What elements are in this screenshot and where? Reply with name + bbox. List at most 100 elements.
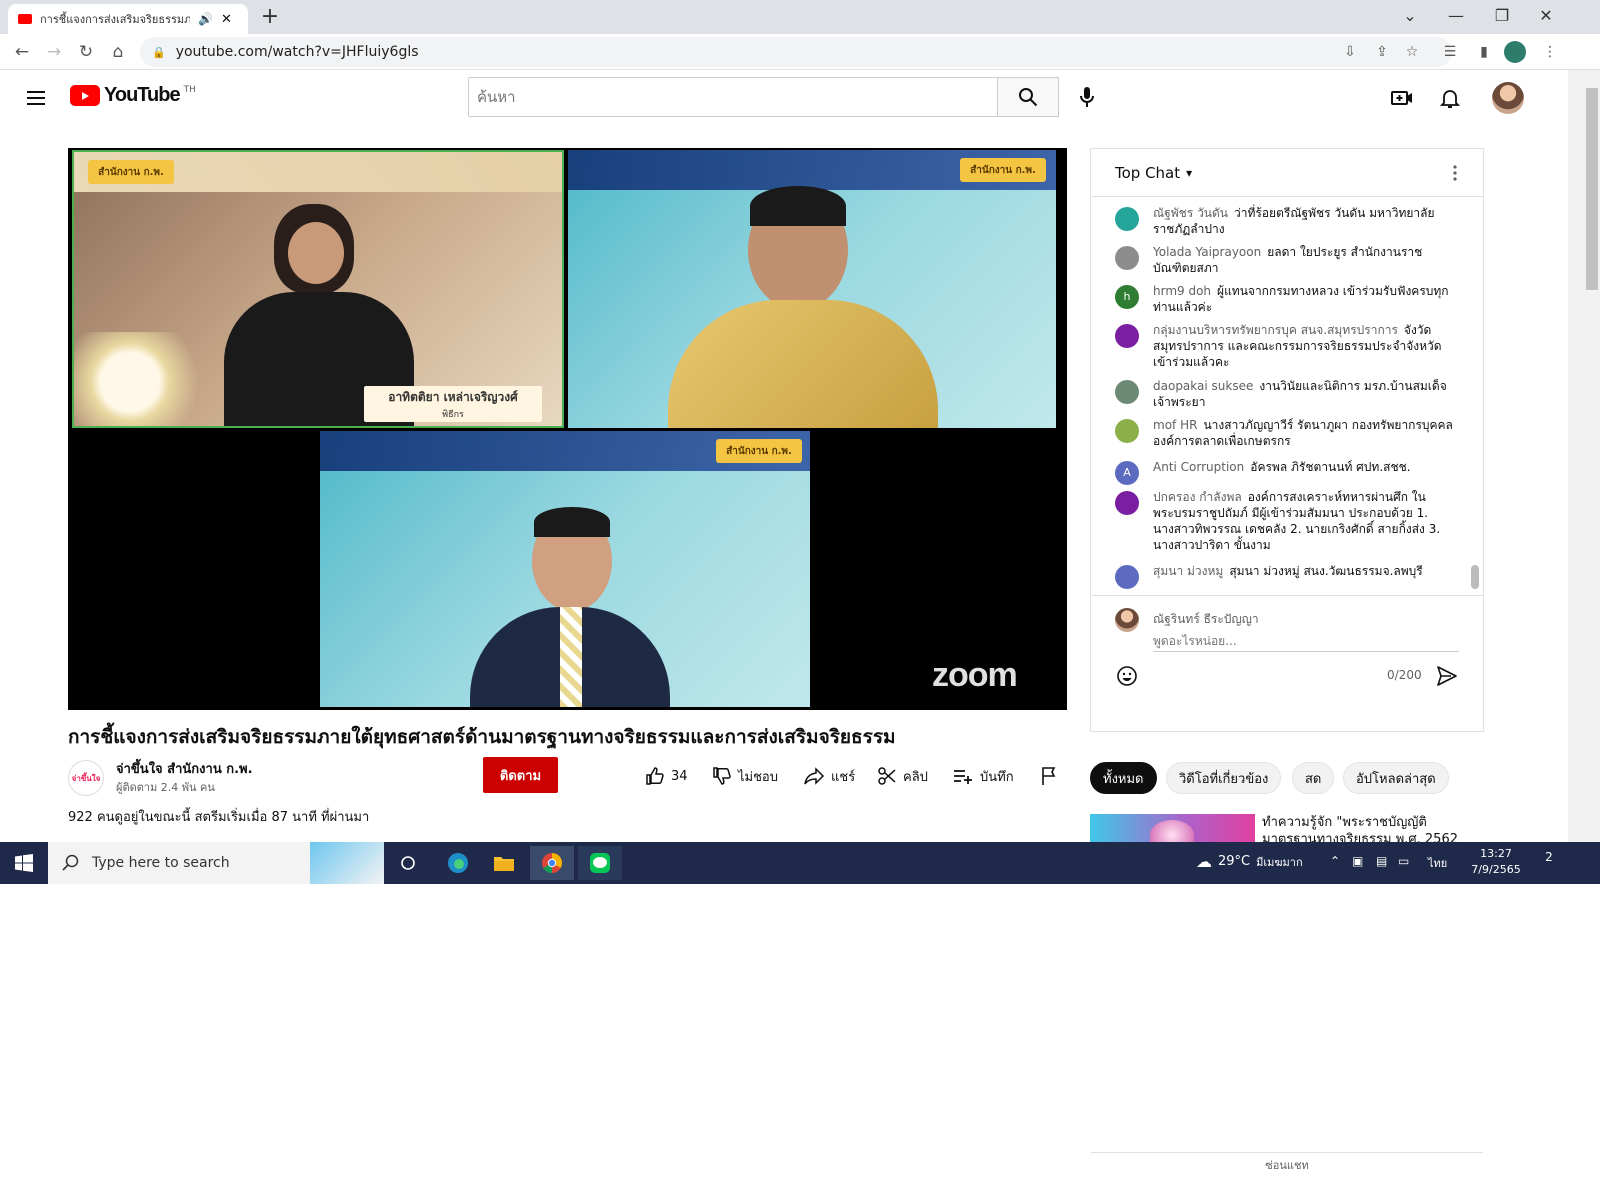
- reading-list-icon[interactable]: ☰: [1440, 42, 1460, 62]
- edge-browser-icon[interactable]: [436, 846, 480, 880]
- tab-search-icon[interactable]: ⌄: [1390, 4, 1430, 28]
- chip-1[interactable]: วิดีโอที่เกี่ยวข้อง: [1166, 762, 1282, 794]
- flower-decoration: [74, 332, 214, 426]
- chat-author-avatar: [1115, 491, 1139, 515]
- back-arrow-icon[interactable]: ←: [10, 40, 34, 64]
- address-bar[interactable]: 🔒 youtube.com/watch?v=JHFluiy6gls: [140, 37, 1452, 67]
- chip-2[interactable]: สด: [1292, 762, 1335, 794]
- tray-network-icon[interactable]: ▭: [1398, 854, 1409, 868]
- youtube-logo[interactable]: YouTube TH: [70, 84, 196, 107]
- chat-scrollbar[interactable]: [1471, 565, 1479, 589]
- hide-chat-button[interactable]: ซ่อนแชท: [1091, 1152, 1483, 1178]
- tray-chevron-up-icon[interactable]: ⌃: [1330, 854, 1340, 868]
- chat-author-avatar: [1115, 246, 1139, 270]
- report-button[interactable]: [1040, 763, 1058, 789]
- weather-text: มีเมฆมาก: [1256, 855, 1303, 869]
- share-page-icon[interactable]: ⇪: [1372, 42, 1392, 62]
- minimize-button[interactable]: —: [1436, 4, 1476, 28]
- audio-playing-icon[interactable]: 🔊: [198, 12, 213, 26]
- recommended-title[interactable]: ทำความรู้จัก "พระราชบัญญัติมาตรฐานทางจริ…: [1262, 814, 1472, 844]
- emoji-icon[interactable]: [1115, 664, 1139, 688]
- taskbar-clock[interactable]: 13:27 7/9/2565: [1456, 846, 1536, 878]
- chevron-down-icon: ▾: [1186, 165, 1193, 180]
- menu-icon[interactable]: [24, 86, 48, 110]
- chat-message[interactable]: กลุ่มงานบริหารทรัพยากรบุค สนจ.สมุทรปรากา…: [1115, 322, 1455, 370]
- chat-message[interactable]: mof HR นางสาวภัญญาวีร์ รัตนาภูผา กองทรัพย…: [1115, 417, 1455, 449]
- channel-name[interactable]: จ่าขึ้นใจ สำนักงาน ก.พ.: [116, 758, 253, 779]
- chat-message[interactable]: daopakai suksee งานวินัยและนิติการ มรภ.บ้…: [1115, 378, 1455, 410]
- recommended-thumbnail[interactable]: [1090, 814, 1255, 850]
- send-icon[interactable]: [1435, 664, 1459, 688]
- chip-3[interactable]: อัปโหลดล่าสุด: [1343, 762, 1449, 794]
- live-chat-panel: Top Chat ▾ ณัฐพัชร วันดัน ว่าที่ร้อยตรีณั…: [1090, 148, 1484, 1172]
- home-icon[interactable]: ⌂: [106, 40, 130, 64]
- chat-message[interactable]: ณัฐพัชร วันดัน ว่าที่ร้อยตรีณัฐพัชร วันดั…: [1115, 205, 1455, 237]
- page-scrollbar[interactable]: [1568, 70, 1600, 842]
- forward-arrow-icon[interactable]: →: [42, 40, 66, 64]
- zoom-tile-speaker: สำนักงาน ก.พ.: [568, 150, 1056, 428]
- chat-message[interactable]: Yolada Yaiprayoon ยลดา ใยประยูร สำนักงานร…: [1115, 244, 1455, 276]
- clock-time: 13:27: [1480, 847, 1512, 860]
- zoom-watermark: zoom: [932, 656, 1018, 694]
- chat-author-name: ปกครอง กำลังพล: [1153, 490, 1242, 504]
- like-button[interactable]: 34: [645, 763, 688, 789]
- bookmark-star-icon[interactable]: ☆: [1402, 42, 1422, 62]
- chat-input[interactable]: [1153, 630, 1459, 652]
- host-name: อาทิตติยา เหล่าเจริญวงศ์: [388, 390, 518, 404]
- chat-message-body: hrm9 doh ผู้แทนจากกรมทางหลวง เข้าร่วมรับฟ…: [1153, 283, 1455, 315]
- task-view-icon[interactable]: [386, 846, 430, 880]
- create-video-icon[interactable]: [1390, 86, 1414, 110]
- chat-author-name: สุมนา ม่วงหมู: [1153, 564, 1224, 578]
- search-button[interactable]: [997, 77, 1059, 117]
- chat-header[interactable]: Top Chat ▾: [1091, 149, 1483, 197]
- browser-tab[interactable]: การชี้แจงการส่งเสริมจริยธรรมภายใ 🔊 ✕: [8, 4, 248, 34]
- page-scrollbar-thumb[interactable]: [1586, 88, 1598, 290]
- chip-0[interactable]: ทั้งหมด: [1090, 762, 1157, 794]
- chat-more-icon[interactable]: [1445, 163, 1465, 183]
- browser-menu-icon[interactable]: ⋮: [1540, 42, 1560, 62]
- new-tab-button[interactable]: +: [258, 6, 282, 30]
- clip-button[interactable]: คลิป: [877, 763, 928, 789]
- chat-message[interactable]: A Anti Corruption อัครพล ภิรัชตานนท์ ศปท.ส…: [1115, 459, 1455, 485]
- file-explorer-icon[interactable]: [482, 846, 526, 880]
- input-language[interactable]: ไทย: [1428, 854, 1447, 872]
- chat-author-avatar: [1115, 324, 1139, 348]
- profile-avatar-icon[interactable]: [1504, 41, 1526, 63]
- url-text: youtube.com/watch?v=JHFluiy6gls: [175, 44, 419, 60]
- channel-avatar[interactable]: จ่าขึ้นใจ: [68, 760, 104, 796]
- my-name: ณัฐรินทร์ ธีระปัญญา: [1153, 612, 1259, 626]
- windows-start-icon[interactable]: [0, 842, 48, 884]
- voice-search-button[interactable]: [1072, 82, 1102, 112]
- chat-message-body: Yolada Yaiprayoon ยลดา ใยประยูร สำนักงานร…: [1153, 244, 1455, 276]
- video-player[interactable]: สำนักงาน ก.พ. อาทิตติยา เหล่าเจริญวงศ์ พ…: [68, 148, 1067, 710]
- save-button[interactable]: บันทึก: [952, 763, 1014, 789]
- account-avatar[interactable]: [1492, 82, 1524, 114]
- youtube-header: YouTube TH: [0, 70, 1568, 126]
- reload-icon[interactable]: ↻: [74, 40, 98, 64]
- subscribe-button[interactable]: ติดตาม: [483, 757, 558, 793]
- chat-message[interactable]: h hrm9 doh ผู้แทนจากกรมทางหลวง เข้าร่วมรับ…: [1115, 283, 1455, 315]
- close-window-button[interactable]: ✕: [1526, 4, 1566, 28]
- chrome-icon[interactable]: [530, 846, 574, 880]
- tab-close-icon[interactable]: ✕: [221, 12, 232, 27]
- search-icon: [1019, 88, 1038, 107]
- speaker-hair: [750, 186, 846, 226]
- notifications-bell-icon[interactable]: [1438, 86, 1462, 110]
- install-icon[interactable]: ⇩: [1340, 42, 1360, 62]
- weather-widget[interactable]: ☁ 29°C มีเมฆมาก: [1196, 852, 1303, 871]
- search-input[interactable]: [468, 77, 998, 117]
- side-panel-icon[interactable]: ▮: [1474, 42, 1494, 62]
- tray-meet-icon[interactable]: ▣: [1352, 854, 1363, 868]
- line-app-icon[interactable]: [578, 846, 622, 880]
- notification-center-icon[interactable]: 2: [1534, 850, 1564, 876]
- chat-message[interactable]: ปกครอง กำลังพล องค์การสงเคราะห์ทหารผ่านศึ…: [1115, 489, 1455, 553]
- dislike-button[interactable]: ไม่ชอบ: [712, 763, 778, 789]
- clip-label: คลิป: [903, 769, 928, 785]
- ocsc-logo: สำนักงาน ก.พ.: [716, 439, 802, 463]
- restore-button[interactable]: ❐: [1482, 4, 1522, 28]
- chat-message-text: อัครพล ภิรัชตานนท์ ศปท.สชช.: [1250, 460, 1411, 474]
- share-button[interactable]: แชร์: [803, 763, 855, 789]
- ocsc-logo: สำนักงาน ก.พ.: [960, 158, 1046, 182]
- tray-display-icon[interactable]: ▤: [1376, 854, 1387, 868]
- chat-message[interactable]: สุมนา ม่วงหมู สุมนา ม่วงหมู่ สนง.วัฒนธรรม…: [1115, 563, 1455, 589]
